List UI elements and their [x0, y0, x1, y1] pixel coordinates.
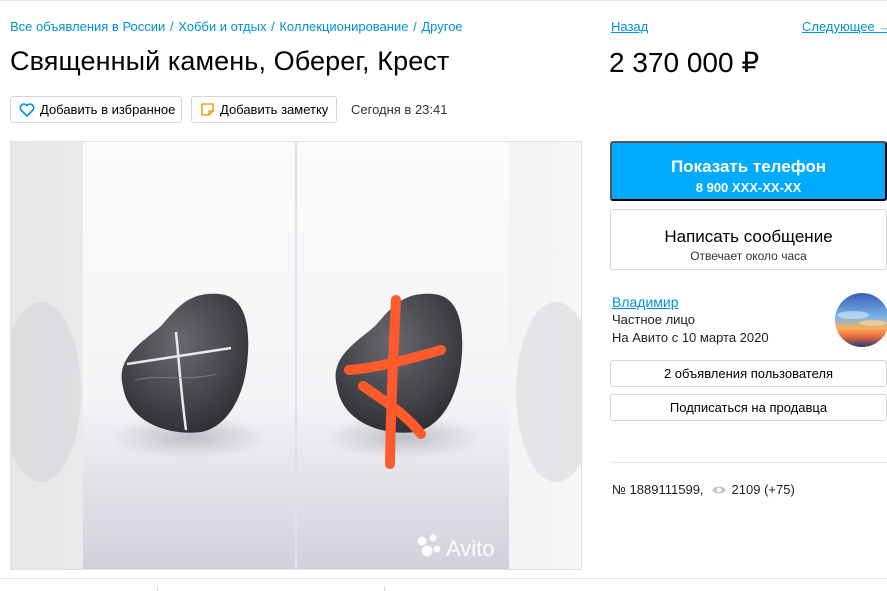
response-time-label: Отвечает около часа — [690, 249, 807, 263]
seller-name-link[interactable]: Владимир — [612, 294, 679, 310]
listing-page: Все объявления в России / Хобби и отдых … — [0, 0, 887, 591]
write-message-label: Написать сообщение — [664, 227, 833, 246]
write-message-button[interactable]: Написать сообщение Отвечает около часа — [610, 209, 887, 270]
bottom-tick — [384, 586, 385, 591]
add-to-favorites-label: Добавить в избранное — [40, 102, 176, 117]
heart-icon — [19, 102, 35, 117]
add-to-favorites-button[interactable]: Добавить в избранное — [10, 96, 182, 123]
eye-icon — [711, 486, 726, 493]
add-note-button[interactable]: Добавить заметку — [191, 96, 337, 123]
listing-meta: № 1889111599, 2109 (+75) — [612, 482, 795, 497]
breadcrumb-separator: / — [271, 19, 275, 34]
photo-gallery[interactable]: Avito — [10, 141, 582, 570]
seller-since: На Авито с 10 марта 2020 — [612, 330, 769, 345]
show-phone-label: Показать телефон — [670, 156, 827, 176]
listing-date: Сегодня в 23:41 — [351, 102, 448, 117]
breadcrumb-separator: / — [413, 19, 417, 34]
listing-title: Священный камень, Оберег, Крест — [10, 46, 450, 76]
avito-watermark-text: Avito — [446, 536, 495, 561]
avatar-image — [835, 293, 887, 347]
phone-number-masked: 8 900 XXX-XX-XX — [695, 179, 802, 195]
prev-listing-link[interactable]: Назад — [611, 19, 648, 34]
breadcrumb-separator: / — [169, 19, 174, 34]
view-count: 2109 (+75) — [731, 482, 795, 497]
listing-number: № 1889111599, — [612, 482, 704, 497]
seller-ads-button[interactable]: 2 объявления пользователя — [610, 360, 887, 387]
subscribe-seller-button[interactable]: Подписаться на продавца — [610, 394, 887, 421]
breadcrumb: Все объявления в России / Хобби и отдых … — [10, 19, 463, 34]
bottom-tick — [157, 586, 158, 591]
breadcrumb-item-hobby[interactable]: Хобби и отдых — [178, 19, 266, 34]
show-phone-button[interactable]: Показать телефон 8 900 XXX-XX-XX — [610, 141, 887, 201]
bottom-divider — [0, 578, 887, 579]
note-icon — [201, 103, 214, 116]
next-listing-link[interactable]: Следующее → — [802, 19, 887, 34]
top-border — [0, 0, 887, 4]
listing-photo: Avito — [11, 142, 581, 569]
seller-avatar[interactable] — [835, 293, 887, 347]
breadcrumb-item-all[interactable]: Все объявления в России — [10, 19, 165, 34]
listing-price: 2 370 000 ₽ — [609, 47, 760, 78]
seller-type: Частное лицо — [612, 312, 695, 327]
add-note-label: Добавить заметку — [220, 102, 329, 117]
breadcrumb-item-collecting[interactable]: Коллекционирование — [279, 19, 408, 34]
breadcrumb-item-other[interactable]: Другое — [421, 19, 462, 34]
divider — [610, 462, 887, 463]
